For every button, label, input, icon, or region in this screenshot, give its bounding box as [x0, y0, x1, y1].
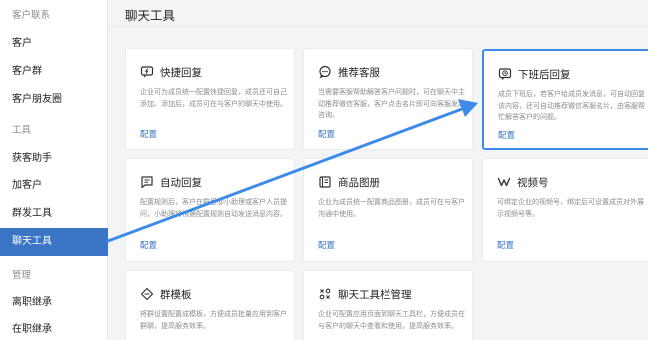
card-description: 企业为成员统一配置商品图册，成员可在与客户沟通中使用。	[318, 198, 465, 218]
configure-link[interactable]: 配置	[498, 129, 515, 141]
sidebar-item-resigned-inheritance[interactable]: 离职继承	[0, 289, 108, 317]
quick-reply-icon	[140, 66, 154, 78]
card-header: 下班后回复	[498, 66, 571, 82]
card-description: 当需要客服帮助解答客户问题时，可在聊天中主动推荐微信客服，客户点击名片即可向客服…	[318, 88, 465, 119]
toolbar-grid-icon	[319, 288, 331, 300]
card-group-template[interactable]: 群模板 将群设置配置成模板，方便成员批量应用到客户群聊，提高服务效率。	[125, 270, 295, 340]
sidebar-item-acquisition-assistant[interactable]: 获客助手	[0, 145, 108, 173]
card-header: 自动回复	[140, 174, 202, 190]
clock-chat-icon	[498, 68, 512, 80]
diamond-template-icon	[140, 287, 154, 301]
sidebar-group-customer-contact: 客户联系	[12, 10, 51, 21]
configure-link[interactable]: 配置	[140, 239, 157, 251]
title-divider	[108, 26, 648, 27]
card-header: 聊天工具栏管理	[318, 286, 412, 302]
channels-icon	[497, 177, 511, 187]
card-product-album[interactable]: 商品图册 企业为成员统一配置商品图册，成员可在与客户沟通中使用。 配置	[303, 158, 473, 262]
sidebar: 客户联系 客户 客户群 客户朋友圈 工具 获客助手 加客户 群发工具 聊天工具 …	[0, 0, 108, 340]
sidebar-item-customer-groups[interactable]: 客户群	[0, 58, 108, 86]
main-content: 聊天工具 快捷回复 企业可为成员统一配置快捷回复，成员还可自己添加、添加后，成员…	[108, 0, 648, 340]
card-title: 聊天工具栏管理	[338, 288, 412, 301]
card-description: 可绑定企业的视频号，绑定后可设置成员对外展示视频号等。	[497, 198, 644, 218]
sidebar-item-onjob-inheritance[interactable]: 在职继承	[0, 316, 108, 340]
sidebar-item-mass-messaging[interactable]: 群发工具	[0, 200, 108, 228]
sidebar-item-moments[interactable]: 客户朋友圈	[0, 86, 108, 114]
card-description: 企业可为成员统一配置快捷回复，成员还可自己添加、添加后，成员可在与客户的聊天中使…	[140, 88, 287, 108]
auto-reply-icon	[141, 176, 153, 189]
card-header: 快捷回复	[140, 64, 202, 80]
card-title: 快捷回复	[160, 66, 202, 79]
chat-bubble-icon	[319, 65, 331, 79]
card-header: 商品图册	[318, 174, 380, 190]
sidebar-group-management: 管理	[12, 270, 32, 281]
card-channels[interactable]: 视频号 可绑定企业的视频号，绑定后可设置成员对外展示视频号等。 配置	[482, 158, 648, 262]
card-title: 群模板	[160, 288, 192, 301]
card-header: 推荐客服	[318, 64, 380, 80]
card-title: 下班后回复	[518, 68, 571, 81]
card-header: 视频号	[497, 174, 549, 190]
card-title: 商品图册	[338, 176, 380, 189]
card-title: 视频号	[517, 176, 549, 189]
card-after-hours-reply[interactable]: 下班后回复 成员下班后，若客户给成员发消息，可自动回复该内容，还可自动推荐微信客…	[482, 49, 648, 150]
card-toolbar-manage[interactable]: 聊天工具栏管理 企业可配置应用页面到聊天工具栏，方便成员在与客户的聊天中查看和使…	[303, 270, 473, 340]
card-auto-reply[interactable]: 自动回复 配置规则后，客户在群里@小助理或客户人员提问，小助理将根据配置规则自动…	[125, 158, 295, 262]
card-title: 推荐客服	[338, 66, 380, 79]
sidebar-item-customers[interactable]: 客户	[0, 30, 108, 58]
configure-link[interactable]: 配置	[318, 239, 335, 251]
card-quick-reply[interactable]: 快捷回复 企业可为成员统一配置快捷回复，成员还可自己添加、添加后，成员可在与客户…	[125, 48, 295, 150]
page-title: 聊天工具	[125, 8, 176, 23]
card-description: 成员下班后，若客户给成员发消息，可自动回复该内容，还可自动推荐微信客服名片，由客…	[498, 90, 645, 121]
sidebar-group-tools: 工具	[12, 125, 32, 136]
album-icon	[319, 176, 331, 188]
sidebar-item-add-customers[interactable]: 加客户	[0, 172, 108, 200]
card-recommend-service[interactable]: 推荐客服 当需要客服帮助解答客户问题时，可在聊天中主动推荐微信客服，客户点击名片…	[303, 48, 473, 150]
configure-link[interactable]: 配置	[497, 239, 514, 251]
card-description: 企业可配置应用页面到聊天工具栏，方便成员在与客户的聊天中查看和使用，提高服务效率…	[318, 310, 465, 330]
card-description: 将群设置配置成模板，方便成员批量应用到客户群聊，提高服务效率。	[140, 310, 287, 330]
configure-link[interactable]: 配置	[318, 128, 335, 140]
sidebar-item-chat-tools[interactable]: 聊天工具	[0, 228, 108, 256]
card-title: 自动回复	[160, 176, 202, 189]
card-header: 群模板	[140, 286, 192, 302]
card-description: 配置规则后，客户在群里@小助理或客户人员提问，小助理将根据配置规则自动发送消息内…	[140, 198, 287, 218]
configure-link[interactable]: 配置	[140, 128, 157, 140]
